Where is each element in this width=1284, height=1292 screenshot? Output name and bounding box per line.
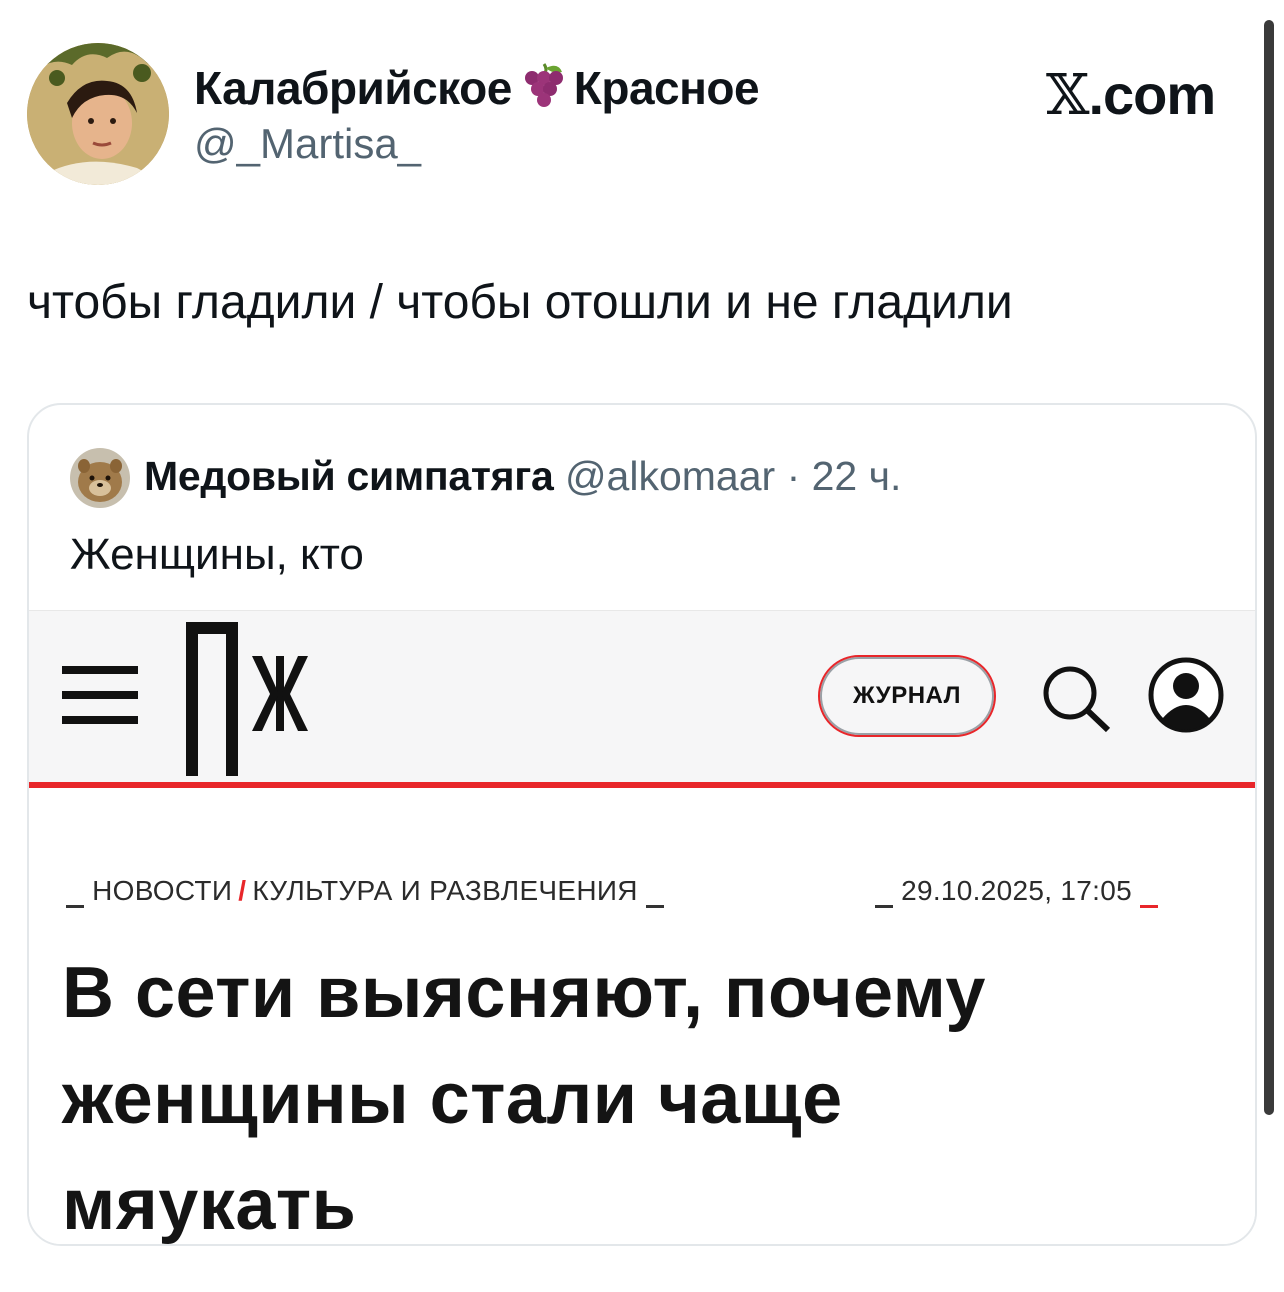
headline-line-1: В сети выясняют, почему bbox=[62, 953, 986, 1033]
accent-divider bbox=[29, 782, 1255, 788]
tweet-text: чтобы гладили / чтобы отошли и не гладил… bbox=[27, 276, 1013, 329]
breadcrumb-section: НОВОСТИ bbox=[92, 875, 233, 906]
headline-line-2: женщины стали чаще bbox=[62, 1059, 843, 1139]
quoted-tweet-card[interactable]: Медовый симпатяга @alkomaar · 22 ч. Женщ… bbox=[27, 403, 1257, 1246]
author-handle[interactable]: @_Martisa_ bbox=[194, 120, 421, 168]
article-headline: В сети выясняют, почему женщины стали ча… bbox=[62, 940, 1222, 1245]
article-date-text: 29.10.2025, 17:05 bbox=[901, 875, 1132, 906]
journal-pill: ЖУРНАЛ bbox=[818, 655, 996, 737]
site-header-bar: ЖУРНАЛ bbox=[29, 610, 1255, 782]
scrollbar[interactable] bbox=[1264, 20, 1274, 1115]
x-com-logo: 𝕏.com bbox=[1046, 62, 1216, 128]
author-name[interactable]: Калабрийское Красное bbox=[194, 60, 760, 121]
dash-mark bbox=[875, 905, 893, 908]
article-breadcrumb: НОВОСТИ / КУЛЬТУРА И РАЗВЛЕЧЕНИЯ bbox=[66, 875, 664, 908]
logo-pzh-icon bbox=[182, 616, 322, 776]
quoted-tweet-text: Женщины, кто bbox=[70, 530, 364, 579]
search-icon bbox=[1040, 663, 1112, 733]
dash-mark bbox=[66, 905, 84, 908]
breadcrumb-separator: / bbox=[238, 875, 247, 906]
headline-line-3: мяукать bbox=[62, 1165, 357, 1245]
author-avatar[interactable] bbox=[27, 43, 169, 185]
dash-mark bbox=[645, 905, 664, 908]
brand-suffix: .com bbox=[1088, 63, 1216, 126]
quoted-author-meta: @alkomaar · 22 ч. bbox=[564, 453, 902, 499]
author-name-part2: Красное bbox=[573, 62, 760, 114]
x-logo-icon: 𝕏 bbox=[1046, 63, 1089, 128]
quoted-media-image[interactable]: ЖУРНАЛ НОВОСТИ/КУЛЬТУРА И РАЗВЛЕЧЕНИЯ bbox=[29, 610, 1255, 1245]
article-date: 29.10.2025, 17:05 bbox=[875, 875, 1159, 908]
hamburger-icon bbox=[62, 666, 138, 724]
author-name-part1: Калабрийское bbox=[194, 62, 512, 114]
quoted-author-name[interactable]: Медовый симпатяга bbox=[144, 453, 554, 499]
quoted-header: Медовый симпатяга @alkomaar · 22 ч. bbox=[144, 453, 901, 500]
grape-icon bbox=[518, 60, 568, 121]
dash-mark-red bbox=[1140, 905, 1159, 908]
user-icon bbox=[1146, 655, 1226, 735]
breadcrumb-subsection: КУЛЬТУРА И РАЗВЛЕЧЕНИЯ bbox=[252, 875, 638, 906]
quoted-author-avatar[interactable] bbox=[70, 448, 130, 508]
